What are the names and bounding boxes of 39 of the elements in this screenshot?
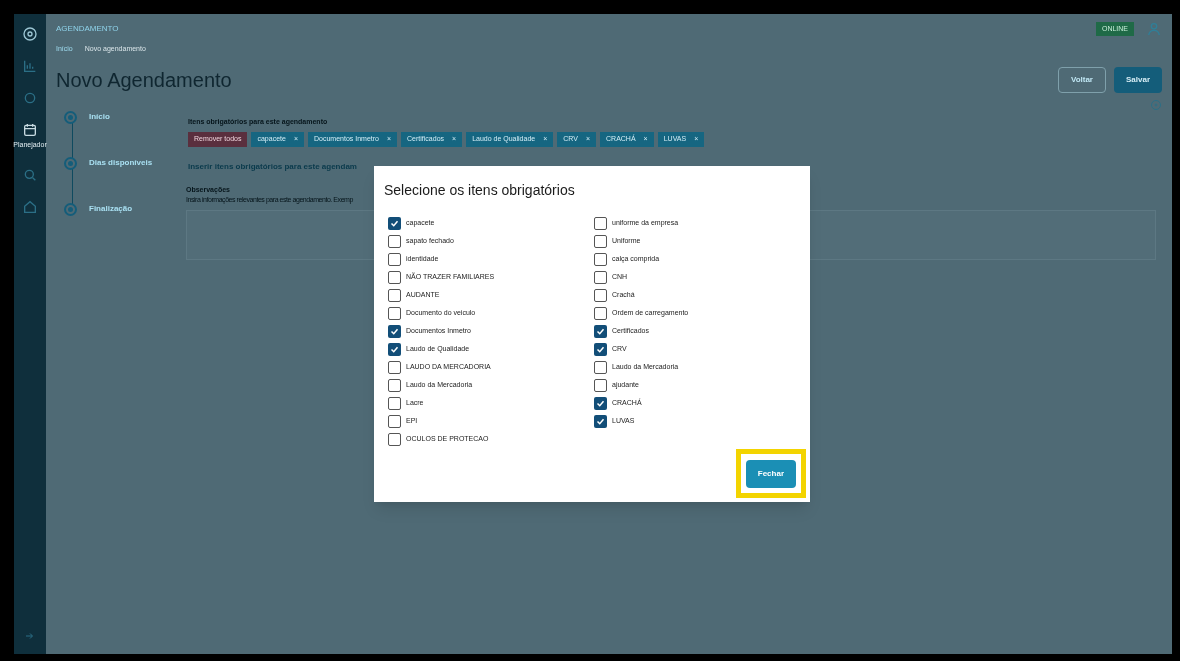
checkbox[interactable] [388,252,401,266]
checkbox[interactable] [594,360,607,374]
checkbox[interactable] [594,414,607,428]
checkbox[interactable] [388,360,401,374]
checkbox[interactable] [388,288,401,302]
checkbox[interactable] [594,216,607,230]
checkbox[interactable] [388,324,401,338]
checkbox[interactable] [388,306,401,320]
chart-icon[interactable] [22,58,38,74]
section-title: AGENDAMENTO [56,23,119,35]
calendar-icon[interactable] [22,122,38,138]
checkbox[interactable] [594,306,607,320]
step-label[interactable]: Dias disponíveis [89,156,153,169]
logo-icon[interactable] [22,26,38,42]
modal-title: Selecione os itens obrigatórios [384,181,576,200]
checkbox[interactable] [388,378,401,392]
back-button[interactable]: Voltar [1057,66,1106,93]
checkbox[interactable] [388,432,401,446]
home-icon[interactable] [22,198,38,215]
checkbox[interactable] [594,288,607,302]
checkbox[interactable] [594,270,607,284]
page-title: Novo Agendamento [56,67,232,93]
close-button[interactable]: Fechar [745,460,796,488]
checkbox[interactable] [388,342,401,356]
checkbox[interactable] [388,414,401,428]
check-icon [390,218,399,228]
checkbox[interactable] [388,216,401,230]
save-button[interactable]: Salvar [1113,66,1162,93]
step-label[interactable]: Início [89,110,110,123]
checkbox[interactable] [388,270,401,284]
checkbox[interactable] [388,234,401,248]
checkbox[interactable] [594,252,607,266]
checkbox[interactable] [594,378,607,392]
step-label[interactable]: Finalização [89,202,133,215]
checkbox[interactable] [388,396,401,410]
checkbox[interactable] [594,396,607,410]
checkbox[interactable] [594,324,607,338]
checkbox[interactable] [594,342,607,356]
checkbox[interactable] [594,234,607,248]
